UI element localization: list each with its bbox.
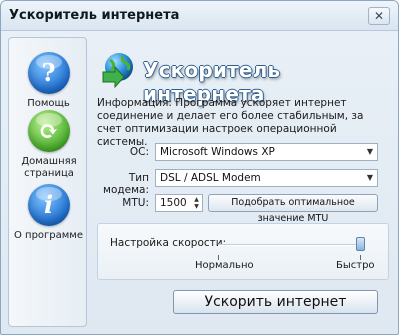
speed-slider-track[interactable] xyxy=(218,244,360,246)
mtu-value: 1500 xyxy=(160,197,187,209)
mtu-label: MTU: xyxy=(122,197,149,209)
os-select-value: Microsoft Windows XP xyxy=(160,146,275,158)
sidebar-item-help[interactable]: ? Помощь xyxy=(9,52,88,110)
speed-slider-thumb[interactable] xyxy=(356,237,365,251)
modem-select[interactable]: DSL / ADSL Modem ▼ xyxy=(155,169,378,187)
sidebar-item-label: Домашняя страница xyxy=(21,156,77,179)
os-label: ОС: xyxy=(129,146,149,158)
accelerate-button[interactable]: Ускорить интернет xyxy=(173,290,378,314)
sidebar-item-home[interactable]: ⟳ Домашняя страница xyxy=(9,110,88,180)
sidebar-item-about[interactable]: i О программе xyxy=(9,184,88,242)
speed-max-label: Быстро xyxy=(336,260,375,271)
chevron-down-icon: ▼ xyxy=(366,147,373,156)
info-icon: i xyxy=(27,184,70,226)
optimize-mtu-button[interactable]: Подобрать оптимальное значение MTU xyxy=(208,194,378,224)
sidebar-item-label: О программе xyxy=(13,230,84,241)
modem-label: Тип модема: xyxy=(103,172,149,196)
spin-arrows-icon[interactable]: ▲ ▼ xyxy=(192,196,201,210)
help-icon: ? xyxy=(27,52,70,94)
speed-label: Настройка скорости: xyxy=(110,237,227,249)
sidebar: ? Помощь ⟳ Домашняя страница i О програм… xyxy=(8,37,87,327)
chevron-down-icon: ▼ xyxy=(366,173,373,182)
mtu-stepper[interactable]: 1500 ▲ ▼ xyxy=(155,194,203,212)
modem-select-value: DSL / ADSL Modem xyxy=(160,172,261,184)
close-button[interactable]: ✕ xyxy=(368,7,390,25)
globe-arrow-icon xyxy=(102,53,133,89)
os-select[interactable]: Microsoft Windows XP ▼ xyxy=(155,143,378,161)
home-refresh-icon: ⟳ xyxy=(27,110,70,152)
speed-min-label: Нормально xyxy=(195,260,254,271)
window-title: Ускоритель интернета xyxy=(9,8,180,23)
title-bar[interactable]: Ускоритель интернета ✕ xyxy=(1,1,398,31)
app-window: Ускоритель интернета ✕ ? Помощь ⟳ Домашн… xyxy=(0,0,399,335)
info-text: Информация: Программа ускоряет интернет … xyxy=(97,97,364,148)
speed-panel: Настройка скорости: Нормально Быстро xyxy=(97,223,389,280)
sidebar-item-label: Помощь xyxy=(27,98,70,109)
